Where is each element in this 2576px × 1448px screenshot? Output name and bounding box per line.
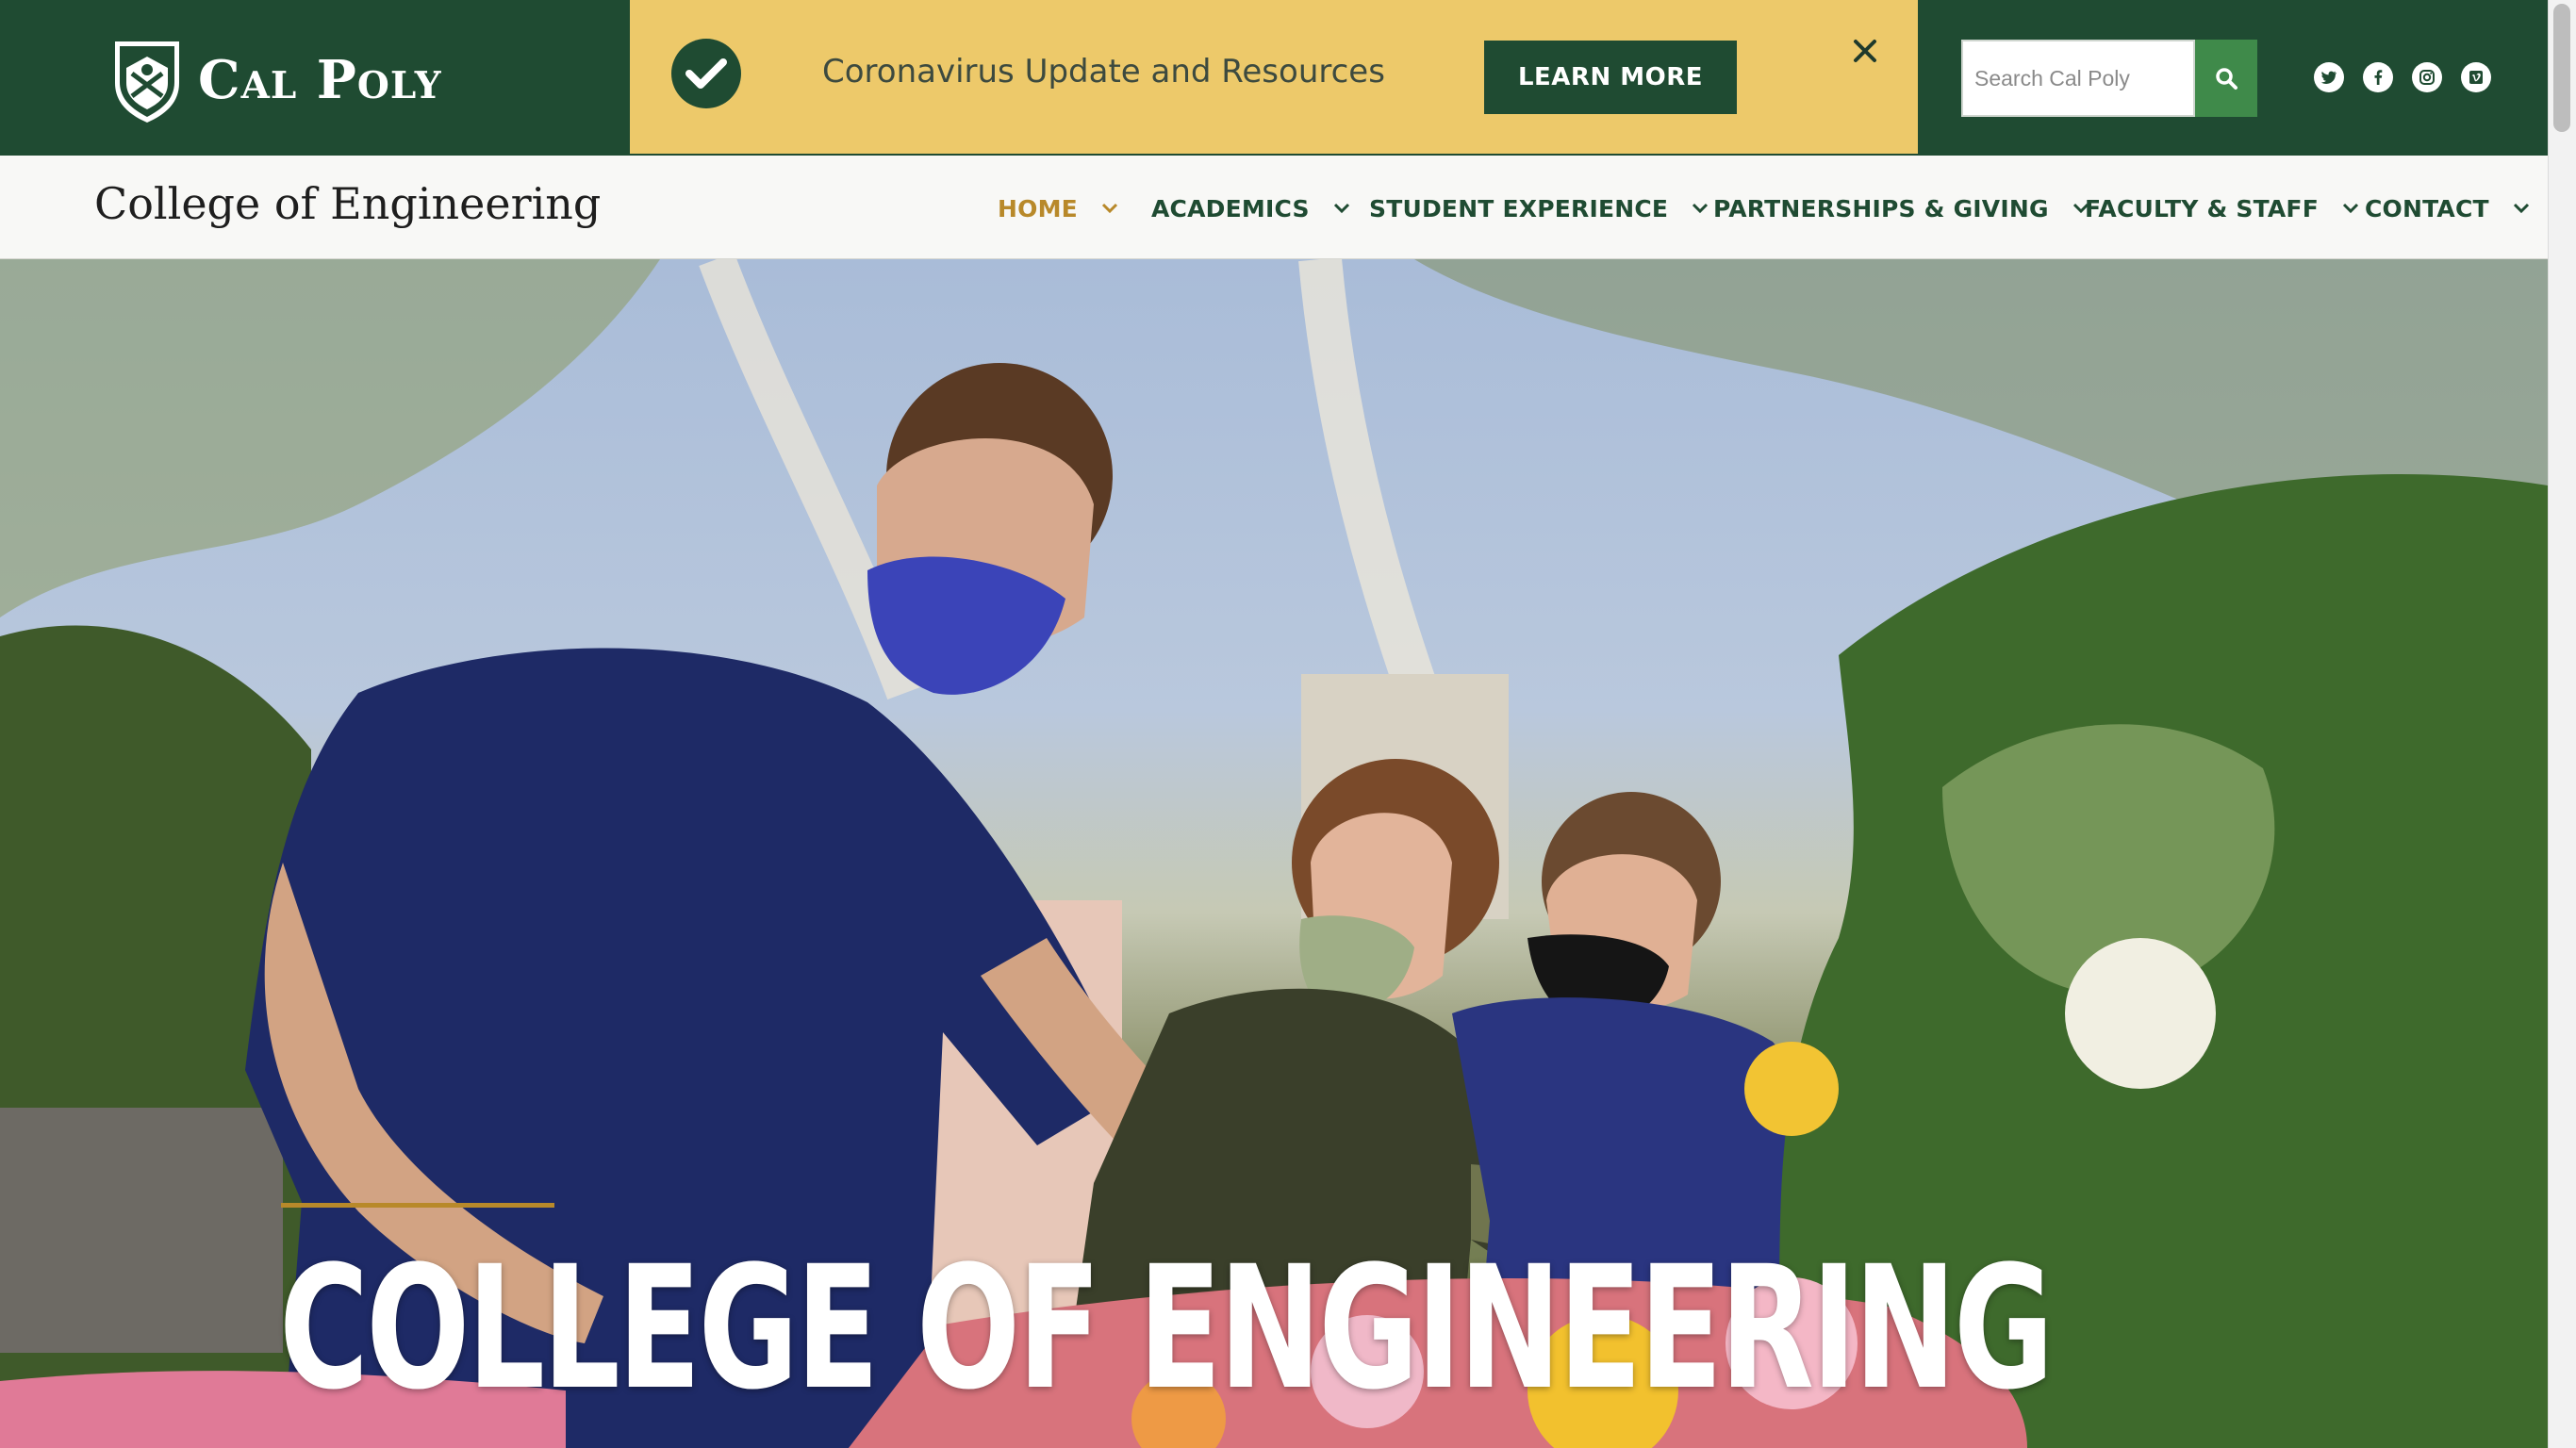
nav-item-home[interactable]: HOME xyxy=(998,191,1119,225)
facebook-icon xyxy=(2374,70,2383,85)
coronavirus-alert-banner: Coronavirus Update and Resources LEARN M… xyxy=(630,0,1918,156)
nav-item-label: HOME xyxy=(998,194,1078,222)
chevron-down-icon xyxy=(2342,203,2359,214)
nav-item-label: ACADEMICS xyxy=(1151,194,1310,222)
main-navigation: College of Engineering HOME ACADEMICS ST… xyxy=(0,156,2548,259)
nav-item-student-experience[interactable]: STUDENT EXPERIENCE xyxy=(1369,191,1709,225)
nav-item-partnerships-giving[interactable]: PARTNERSHIPS & GIVING xyxy=(1713,191,2090,225)
nav-item-label: PARTNERSHIPS & GIVING xyxy=(1713,194,2049,222)
nav-item-label: STUDENT EXPERIENCE xyxy=(1369,194,1669,222)
chevron-down-icon xyxy=(1693,203,1709,214)
college-title[interactable]: College of Engineering xyxy=(94,178,601,229)
learn-more-button[interactable]: LEARN MORE xyxy=(1484,41,1737,114)
cal-poly-logo[interactable]: Cal Poly xyxy=(111,36,442,124)
page-scrollbar[interactable] xyxy=(2548,0,2576,1448)
facebook-link[interactable] xyxy=(2363,62,2393,92)
scrollbar-thumb[interactable] xyxy=(2553,4,2570,132)
twitter-icon xyxy=(2320,71,2337,84)
hero-banner: COLLEGE OF ENGINEERING xyxy=(0,259,2548,1448)
search-icon xyxy=(2216,68,2237,90)
instagram-icon xyxy=(2419,70,2435,85)
check-circle-icon xyxy=(671,39,741,108)
nav-item-label: FACULTY & STAFF xyxy=(2085,194,2319,222)
logo-wordmark: Cal Poly xyxy=(198,49,442,111)
nav-item-academics[interactable]: ACADEMICS xyxy=(1151,191,1351,225)
top-bar: Cal Poly Coronavirus Update and Resource… xyxy=(0,0,2548,156)
cal-poly-shield-icon xyxy=(115,41,179,123)
alert-message: Coronavirus Update and Resources xyxy=(822,53,1385,90)
instagram-link[interactable] xyxy=(2412,62,2442,92)
search-button[interactable] xyxy=(2195,40,2257,117)
chevron-down-icon xyxy=(1101,203,1117,214)
vimeo-icon xyxy=(2469,71,2483,84)
chevron-down-icon xyxy=(2513,203,2529,214)
hero-title-rule xyxy=(281,1203,554,1208)
search-input[interactable] xyxy=(1961,40,2195,117)
nav-item-contact[interactable]: CONTACT xyxy=(2365,191,2531,225)
close-icon[interactable] xyxy=(1848,34,1882,68)
vimeo-link[interactable] xyxy=(2461,62,2491,92)
nav-item-label: CONTACT xyxy=(2365,194,2489,222)
nav-item-faculty-staff[interactable]: FACULTY & STAFF xyxy=(2085,191,2360,225)
hero-title: COLLEGE OF ENGINEERING xyxy=(279,1230,2054,1427)
twitter-link[interactable] xyxy=(2314,62,2344,92)
chevron-down-icon xyxy=(1333,203,1349,214)
